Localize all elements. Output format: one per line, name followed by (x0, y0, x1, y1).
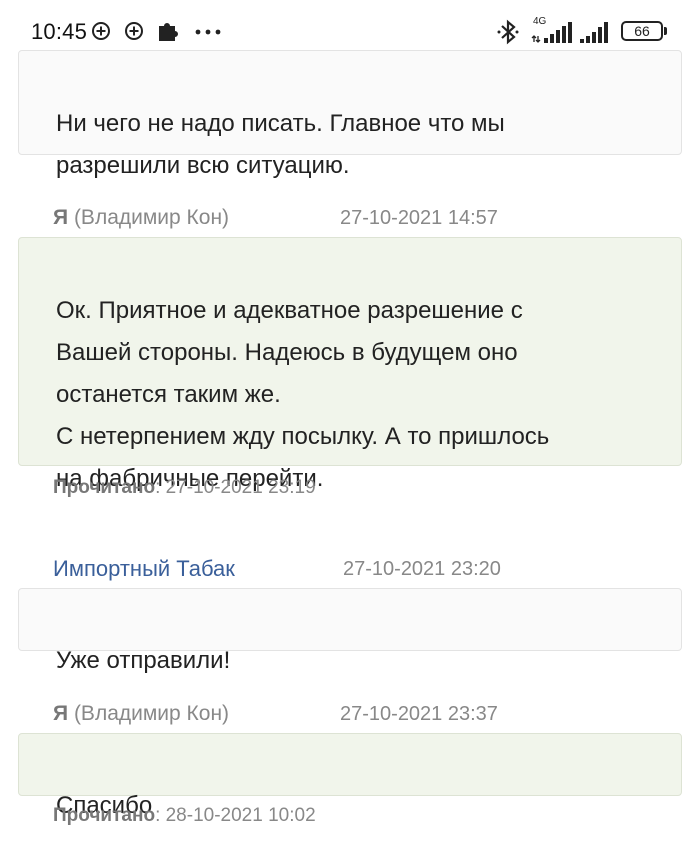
battery-level: 66 (634, 23, 650, 39)
read-status: Прочитано: 27-10-2021 23:19 (53, 474, 316, 502)
more-dots-icon (195, 29, 221, 35)
message-author: Я (Владимир Кон) (53, 204, 229, 232)
author-link[interactable]: Импортный Табак (53, 556, 235, 581)
bluetooth-icon (497, 19, 519, 45)
message-bubble: Ни чего не надо писать. Главное что мы р… (18, 50, 682, 179)
clock: 10:45 (31, 19, 88, 44)
message-text: Уже отправили! (56, 647, 231, 674)
message-bubble: Ок. Приятное и адекватное разрешение с В… (18, 237, 682, 492)
read-status: Прочитано: 28-10-2021 10:02 (53, 802, 316, 830)
read-label: Прочитано (53, 477, 156, 498)
message-author: Импортный Табак (53, 555, 235, 583)
plus-circle-icon (92, 22, 110, 40)
signal-icon (531, 22, 572, 43)
read-label: Прочитано (53, 805, 156, 826)
read-time: : 27-10-2021 23:19 (155, 477, 316, 498)
message-date: 27-10-2021 23:37 (340, 703, 498, 725)
author-name: (Владимир Кон) (73, 702, 230, 725)
message-bubble: Спасибо (18, 733, 682, 819)
author-me: Я (53, 206, 69, 229)
puzzle-icon (159, 23, 178, 41)
message-date: 27-10-2021 14:57 (340, 207, 498, 229)
read-time: : 28-10-2021 10:02 (155, 805, 316, 826)
author-name: (Владимир Кон) (73, 206, 230, 229)
message-date: 27-10-2021 23:20 (343, 558, 501, 580)
author-me: Я (53, 702, 69, 725)
plus-circle-icon (125, 22, 143, 40)
message-text: Ок. Приятное и адекватное разрешение с В… (56, 297, 550, 492)
signal-icon (580, 22, 608, 43)
battery-tip (664, 27, 667, 35)
message-bubble: Уже отправили! (18, 588, 682, 674)
message-text: Ни чего не надо писать. Главное что мы р… (56, 110, 505, 179)
message-author: Я (Владимир Кон) (53, 700, 229, 728)
battery-icon: 66 (621, 21, 663, 41)
